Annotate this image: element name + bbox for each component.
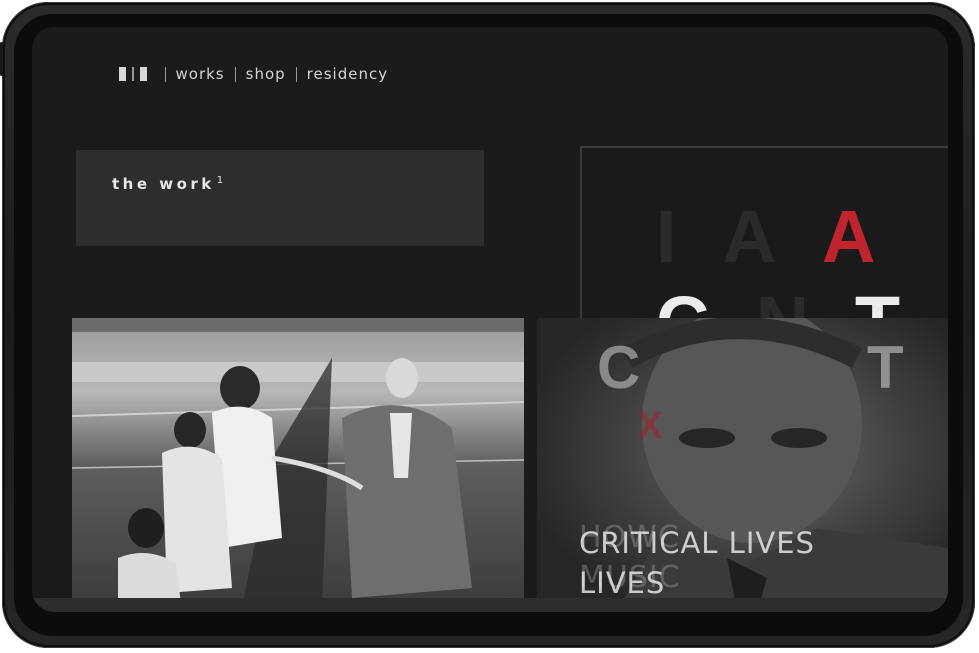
cover-letter-row: IAA xyxy=(656,194,946,280)
work-photo-tennis[interactable] xyxy=(72,318,524,612)
logo-bar-right xyxy=(139,67,147,81)
page-title-text: the work xyxy=(112,175,215,193)
cover-letter-ghost: T xyxy=(867,334,904,401)
footnote-marker: 1 xyxy=(216,175,224,186)
tennis-photo-image xyxy=(72,318,524,612)
nav-separator xyxy=(164,66,166,82)
top-nav: works shop residency xyxy=(119,65,388,83)
logo-bar-left xyxy=(119,67,126,81)
nav-separator xyxy=(295,66,297,82)
cover-letter: A xyxy=(822,195,922,278)
side-button xyxy=(0,42,3,76)
cover-caption-line: LIVES xyxy=(579,566,666,600)
page-title: the work 1 xyxy=(112,175,223,193)
section-header: the work 1 xyxy=(76,150,484,246)
nav-link-residency[interactable]: residency xyxy=(307,65,388,83)
nav-separator xyxy=(234,66,236,82)
cover-letter-ghost: C xyxy=(597,334,640,401)
nav-link-shop[interactable]: shop xyxy=(246,65,286,83)
cover-caption-text: CRITICAL LIVES LIVES xyxy=(579,523,815,603)
cover-letter: A xyxy=(722,195,823,278)
cover-caption-line: CRITICAL LIVES xyxy=(579,526,815,560)
nav-link-works[interactable]: works xyxy=(176,65,225,83)
site-logo[interactable] xyxy=(119,67,147,81)
screen: works shop residency the work1 IAA CNT xyxy=(32,27,948,612)
bottom-strip xyxy=(32,598,948,612)
cover-letter: I xyxy=(656,195,723,278)
logo-divider xyxy=(132,67,134,81)
cover-letter-ghost: X xyxy=(637,405,663,447)
